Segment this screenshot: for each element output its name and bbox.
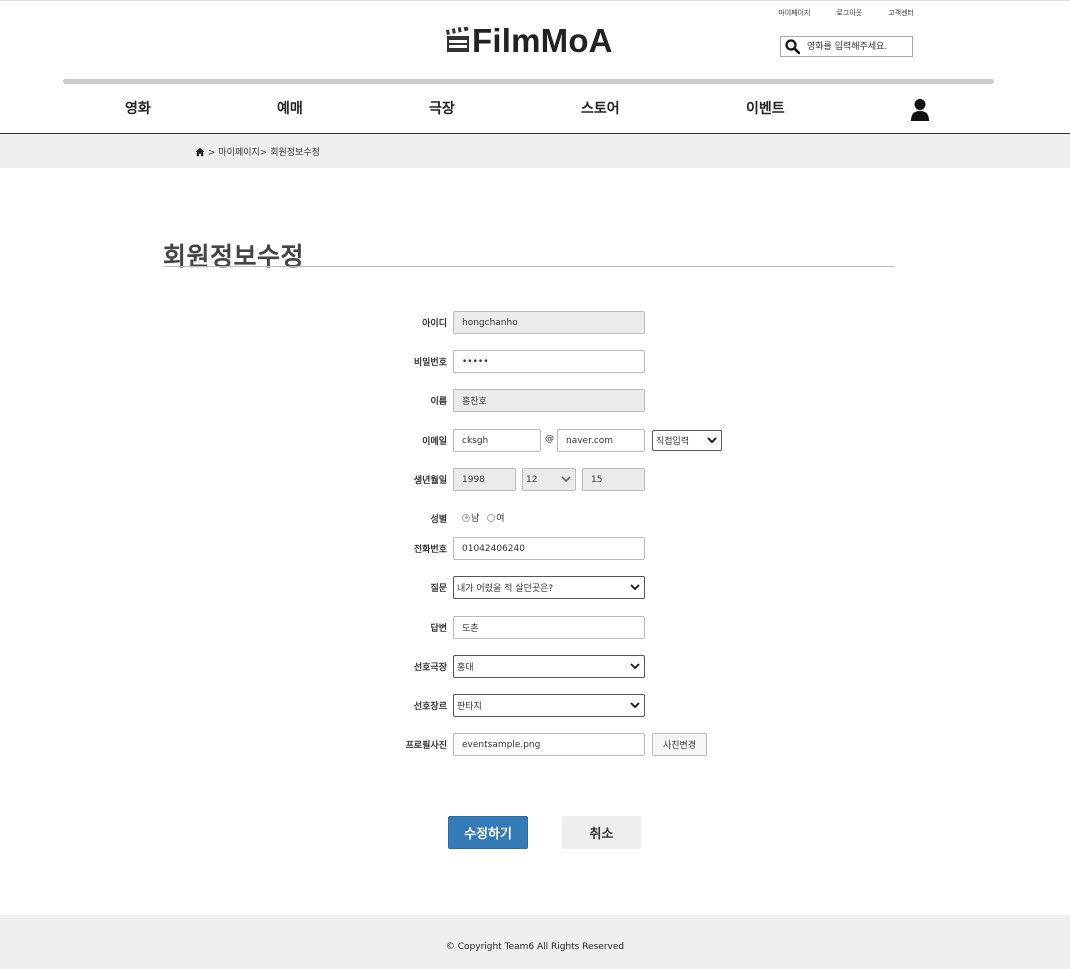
form-row-photo: 프로필사진 eventsample.png 사진변경 <box>0 733 1070 757</box>
breadcrumb-bar: > 마이페이지> 회원정보수정 <box>0 134 1070 168</box>
theater-label: 선호극장 <box>413 663 447 673</box>
cancel-button[interactable]: 취소 <box>562 816 641 849</box>
search-box <box>780 36 913 57</box>
logo-text: FilmMoA <box>472 22 613 59</box>
mypage-link[interactable]: 마이페이지 <box>778 8 810 18</box>
birth-label: 생년월일 <box>413 476 447 486</box>
gender-male-label: 남 <box>471 514 480 524</box>
question-label: 질문 <box>430 584 447 594</box>
form-row-birth: 생년월일 1998 12 15 <box>0 468 1070 492</box>
submit-button[interactable]: 수정하기 <box>448 816 528 849</box>
form-row-name: 이름 홍찬호 <box>0 389 1070 413</box>
home-icon[interactable] <box>195 147 205 157</box>
theater-select-value: 홍대 <box>457 663 474 673</box>
form-row-phone: 전화번호 01042406240 <box>0 537 1070 561</box>
email-at-sign: @ <box>545 434 554 444</box>
chevron-down-icon <box>561 476 571 483</box>
photo-label: 프로필사진 <box>405 741 447 751</box>
gender-radio-male <box>462 513 470 522</box>
chevron-down-icon <box>630 584 640 591</box>
breadcrumb-path: > 마이페이지> 회원정보수정 <box>208 148 320 158</box>
password-label: 비밀번호 <box>413 358 447 368</box>
genre-label: 선호장르 <box>413 702 447 712</box>
change-photo-button[interactable]: 사진변경 <box>652 733 707 756</box>
gender-radio-group: 남 여 <box>462 511 505 524</box>
answer-label: 답변 <box>430 624 447 634</box>
form-row-id: 아이디 hongchanho <box>0 311 1070 335</box>
birth-day-field: 15 <box>582 468 645 491</box>
id-label: 아이디 <box>422 319 447 329</box>
nav-item-movie[interactable]: 영화 <box>125 98 151 118</box>
chevron-down-icon <box>707 437 717 444</box>
customer-center-link[interactable]: 고객센터 <box>888 8 914 18</box>
chevron-down-icon <box>630 663 640 670</box>
genre-select[interactable]: 판타지 <box>453 694 645 717</box>
form-row-password: 비밀번호 ••••• <box>0 350 1070 374</box>
birth-month-value: 12 <box>526 474 538 485</box>
email-local-field[interactable]: cksgh <box>453 429 541 452</box>
top-border <box>0 0 1070 1</box>
chevron-down-icon <box>630 702 640 709</box>
email-domain-field[interactable]: naver.com <box>557 429 645 452</box>
theater-select[interactable]: 홍대 <box>453 655 645 678</box>
user-icon[interactable] <box>910 98 930 122</box>
name-label: 이름 <box>430 397 447 407</box>
phone-label: 전화번호 <box>413 545 447 555</box>
page-title: 회원정보수정 <box>163 242 305 271</box>
password-field[interactable]: ••••• <box>453 350 645 373</box>
footer-copyright: © Copyright Team6 All Rights Reserved <box>445 942 625 952</box>
birth-year-field: 1998 <box>453 468 516 491</box>
birth-month-select: 12 <box>522 468 576 491</box>
site-logo[interactable]: FilmMoA <box>445 22 613 60</box>
breadcrumb: > 마이페이지> 회원정보수정 <box>195 145 320 158</box>
gender-female-label: 여 <box>496 514 505 524</box>
search-input[interactable] <box>803 38 909 55</box>
form-row-gender: 성별 남 여 <box>0 507 1070 531</box>
form-row-answer: 답변 도촌 <box>0 616 1070 640</box>
question-select[interactable]: 내가 어렸을 적 살던곳은? <box>453 576 645 599</box>
form-row-question: 질문 내가 어렸을 적 살던곳은? <box>0 576 1070 600</box>
email-label: 이메일 <box>422 437 447 447</box>
gender-radio-female <box>487 513 496 522</box>
search-icon[interactable] <box>781 37 803 56</box>
answer-field[interactable]: 도촌 <box>453 616 645 639</box>
clapperboard-icon <box>445 27 469 52</box>
id-field: hongchanho <box>453 311 645 334</box>
gender-label: 성별 <box>430 515 447 525</box>
footer: © Copyright Team6 All Rights Reserved <box>0 915 1070 969</box>
question-select-value: 내가 어렸을 적 살던곳은? <box>457 584 554 594</box>
nav-item-booking[interactable]: 예매 <box>277 98 303 118</box>
nav-item-event[interactable]: 이벤트 <box>746 98 785 118</box>
phone-field[interactable]: 01042406240 <box>453 537 645 560</box>
logout-link[interactable]: 로그아웃 <box>836 8 862 18</box>
nav-item-store[interactable]: 스토어 <box>581 98 620 118</box>
nav-item-theater[interactable]: 극장 <box>429 98 455 118</box>
name-field: 홍찬호 <box>453 389 645 412</box>
utility-links: 마이페이지 로그아웃 고객센터 <box>778 8 914 18</box>
email-domain-select-value: 직접입력 <box>656 437 690 447</box>
title-divider <box>163 266 894 267</box>
photo-filename-field: eventsample.png <box>453 733 645 756</box>
genre-select-value: 판타지 <box>457 702 482 712</box>
form-row-genre: 선호장르 판타지 <box>0 694 1070 718</box>
header-divider <box>63 79 994 84</box>
form-row-email: 이메일 cksgh @ naver.com 직접입력 <box>0 429 1070 453</box>
form-row-theater: 선호극장 홍대 <box>0 655 1070 679</box>
main-nav: 영화 예매 극장 스토어 이벤트 <box>0 98 1070 124</box>
email-domain-select[interactable]: 직접입력 <box>652 430 722 451</box>
